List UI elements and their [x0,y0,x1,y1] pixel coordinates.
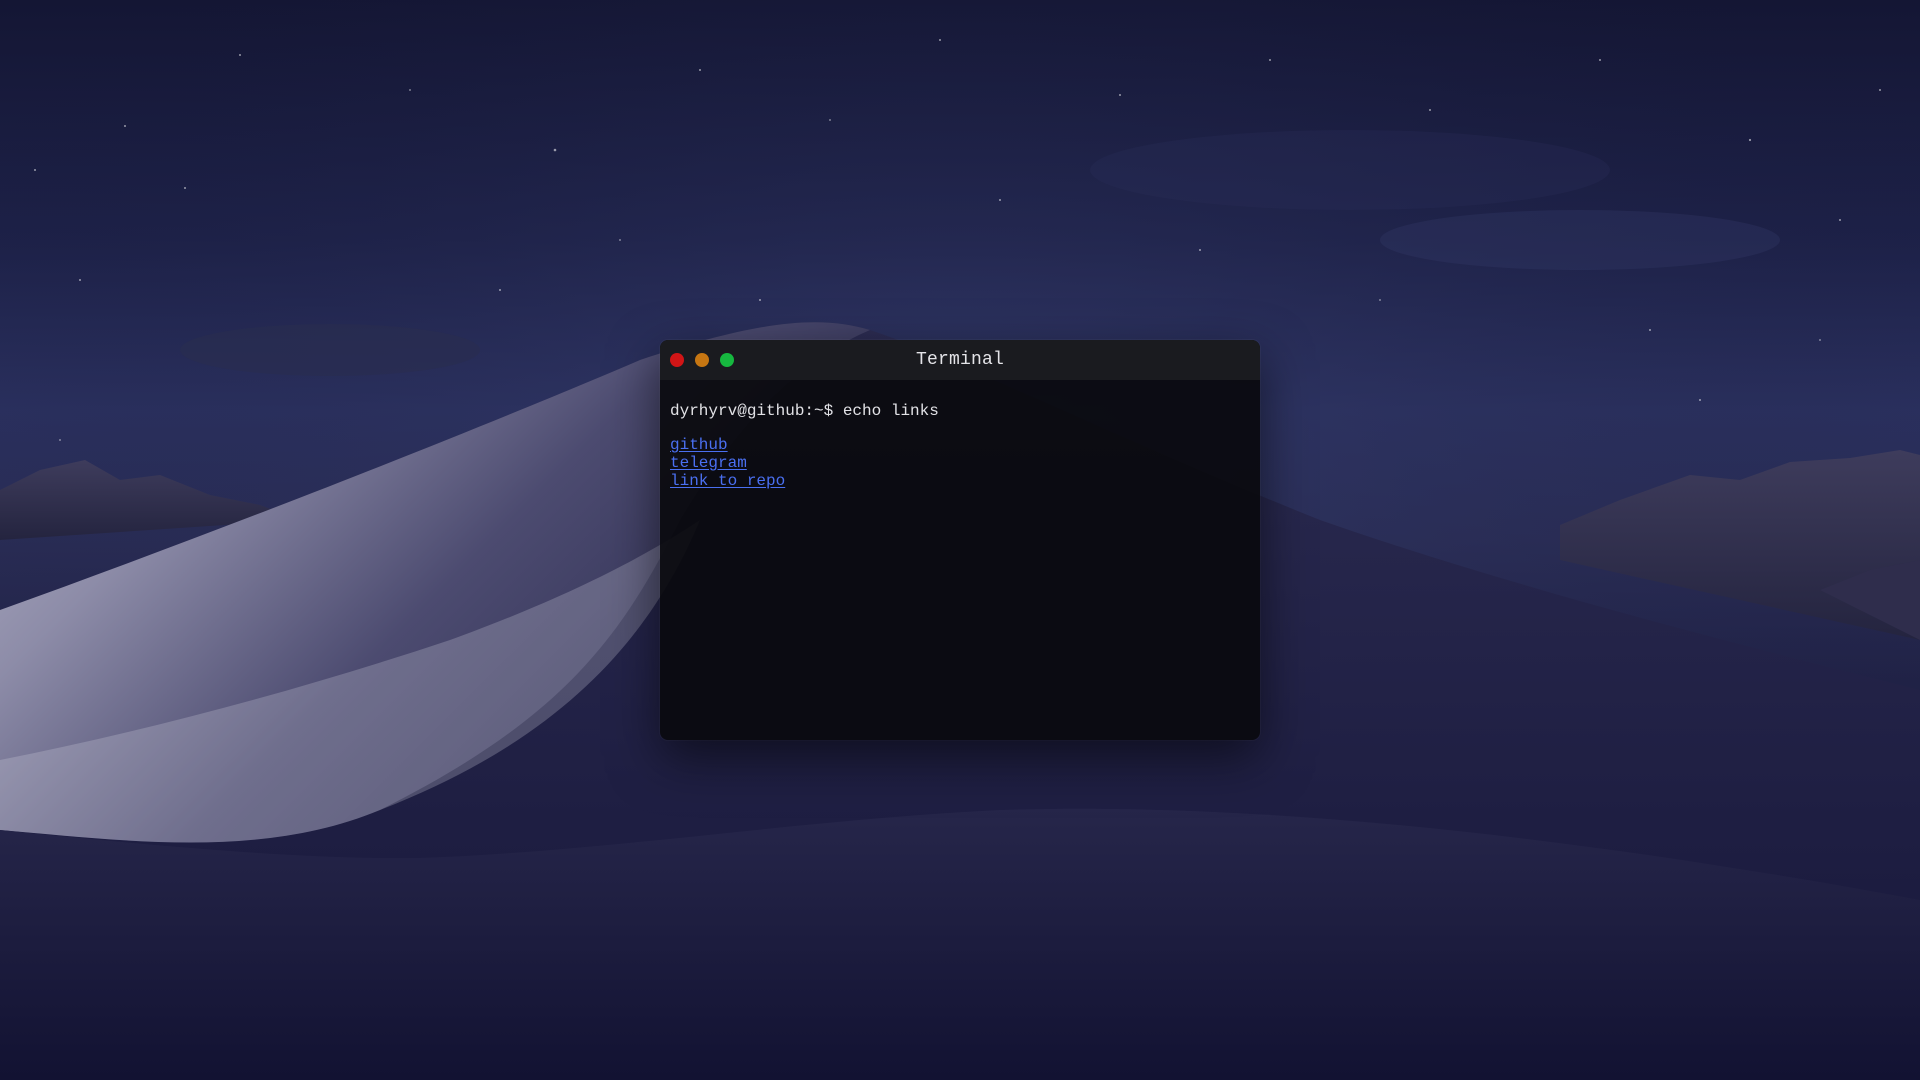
terminal-output[interactable]: dyrhyrv@github:~$ echo links github tele… [660,380,1260,500]
window-controls [670,353,734,367]
maximize-button[interactable] [720,353,734,367]
link-telegram[interactable]: telegram [670,454,747,472]
command-prompt-line: dyrhyrv@github:~$ echo links [670,402,939,420]
window-title: Terminal [915,350,1004,370]
link-to-repo[interactable]: link to repo [670,472,785,490]
minimize-button[interactable] [695,353,709,367]
terminal-window[interactable]: Terminal dyrhyrv@github:~$ echo links gi… [660,340,1260,740]
link-github[interactable]: github [670,436,728,454]
close-button[interactable] [670,353,684,367]
title-bar[interactable]: Terminal [660,340,1260,380]
links-list: github telegram link to repo [670,436,1250,490]
